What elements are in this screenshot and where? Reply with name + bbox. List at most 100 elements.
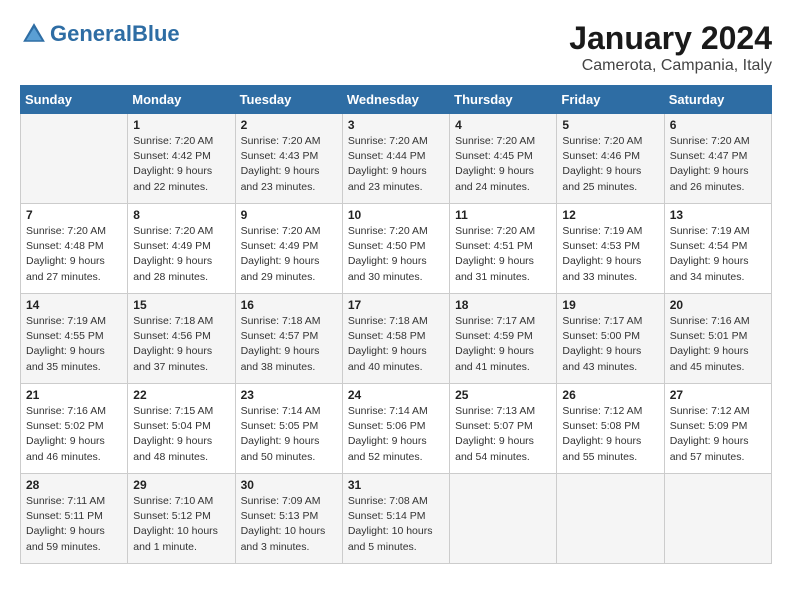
day-number: 24 <box>348 388 444 402</box>
logo-icon <box>20 20 48 48</box>
page-header: GeneralBlue January 2024 Camerota, Campa… <box>20 20 772 75</box>
calendar-week-row: 14 Sunrise: 7:19 AM Sunset: 4:55 PM Dayli… <box>21 294 772 384</box>
day-info: Sunrise: 7:17 AM Sunset: 5:00 PM Dayligh… <box>562 314 658 375</box>
calendar-cell: 28 Sunrise: 7:11 AM Sunset: 5:11 PM Dayli… <box>21 474 128 564</box>
calendar-cell: 18Sunrise: 7:17 AM Sunset: 4:59 PM Dayli… <box>450 294 557 384</box>
calendar-week-row: 28 Sunrise: 7:11 AM Sunset: 5:11 PM Dayli… <box>21 474 772 564</box>
day-info: Sunrise: 7:20 AM Sunset: 4:48 PM Dayligh… <box>26 224 122 285</box>
day-number: 11 <box>455 208 551 222</box>
logo-blue: Blue <box>132 21 180 46</box>
header-cell-tuesday: Tuesday <box>235 86 342 114</box>
day-info: Sunrise: 7:20 AM Sunset: 4:45 PM Dayligh… <box>455 134 551 195</box>
header-cell-monday: Monday <box>128 86 235 114</box>
header-cell-saturday: Saturday <box>664 86 771 114</box>
day-info: Sunrise: 7:19 AM Sunset: 4:54 PM Dayligh… <box>670 224 766 285</box>
calendar-cell: 31 Sunrise: 7:08 AM Sunset: 5:14 PM Dayli… <box>342 474 449 564</box>
day-number: 27 <box>670 388 766 402</box>
calendar-cell: 26 Sunrise: 7:12 AM Sunset: 5:08 PM Dayli… <box>557 384 664 474</box>
day-info: Sunrise: 7:08 AM Sunset: 5:14 PM Dayligh… <box>348 494 444 555</box>
calendar-cell: 11 Sunrise: 7:20 AM Sunset: 4:51 PM Dayli… <box>450 204 557 294</box>
day-info: Sunrise: 7:19 AM Sunset: 4:53 PM Dayligh… <box>562 224 658 285</box>
calendar-cell: 19 Sunrise: 7:17 AM Sunset: 5:00 PM Dayli… <box>557 294 664 384</box>
location-title: Camerota, Campania, Italy <box>569 57 772 75</box>
day-info: Sunrise: 7:18 AM Sunset: 4:56 PM Dayligh… <box>133 314 229 375</box>
header-cell-sunday: Sunday <box>21 86 128 114</box>
calendar-cell: 17Sunrise: 7:18 AM Sunset: 4:58 PM Dayli… <box>342 294 449 384</box>
day-info: Sunrise: 7:20 AM Sunset: 4:51 PM Dayligh… <box>455 224 551 285</box>
header-cell-wednesday: Wednesday <box>342 86 449 114</box>
calendar-cell: 27 Sunrise: 7:12 AM Sunset: 5:09 PM Dayli… <box>664 384 771 474</box>
day-info: Sunrise: 7:20 AM Sunset: 4:42 PM Dayligh… <box>133 134 229 195</box>
day-info: Sunrise: 7:12 AM Sunset: 5:09 PM Dayligh… <box>670 404 766 465</box>
day-number: 15 <box>133 298 229 312</box>
day-number: 1 <box>133 118 229 132</box>
day-info: Sunrise: 7:14 AM Sunset: 5:06 PM Dayligh… <box>348 404 444 465</box>
logo: GeneralBlue <box>20 20 180 48</box>
day-info: Sunrise: 7:20 AM Sunset: 4:43 PM Dayligh… <box>241 134 337 195</box>
calendar-header-row: SundayMondayTuesdayWednesdayThursdayFrid… <box>21 86 772 114</box>
day-info: Sunrise: 7:12 AM Sunset: 5:08 PM Dayligh… <box>562 404 658 465</box>
day-info: Sunrise: 7:14 AM Sunset: 5:05 PM Dayligh… <box>241 404 337 465</box>
day-number: 31 <box>348 478 444 492</box>
calendar-cell <box>21 114 128 204</box>
calendar-cell: 24 Sunrise: 7:14 AM Sunset: 5:06 PM Dayli… <box>342 384 449 474</box>
day-number: 29 <box>133 478 229 492</box>
calendar-cell: 7 Sunrise: 7:20 AM Sunset: 4:48 PM Daylig… <box>21 204 128 294</box>
calendar-cell: 14 Sunrise: 7:19 AM Sunset: 4:55 PM Dayli… <box>21 294 128 384</box>
calendar-cell: 3Sunrise: 7:20 AM Sunset: 4:44 PM Daylig… <box>342 114 449 204</box>
day-info: Sunrise: 7:11 AM Sunset: 5:11 PM Dayligh… <box>26 494 122 555</box>
calendar-cell: 8 Sunrise: 7:20 AM Sunset: 4:49 PM Daylig… <box>128 204 235 294</box>
day-number: 6 <box>670 118 766 132</box>
logo-general: General <box>50 21 132 46</box>
header-cell-thursday: Thursday <box>450 86 557 114</box>
calendar-cell: 29 Sunrise: 7:10 AM Sunset: 5:12 PM Dayli… <box>128 474 235 564</box>
day-number: 26 <box>562 388 658 402</box>
day-info: Sunrise: 7:18 AM Sunset: 4:57 PM Dayligh… <box>241 314 337 375</box>
day-number: 10 <box>348 208 444 222</box>
day-number: 14 <box>26 298 122 312</box>
day-info: Sunrise: 7:19 AM Sunset: 4:55 PM Dayligh… <box>26 314 122 375</box>
day-number: 7 <box>26 208 122 222</box>
calendar-week-row: 1 Sunrise: 7:20 AM Sunset: 4:42 PM Daylig… <box>21 114 772 204</box>
calendar-cell: 6 Sunrise: 7:20 AM Sunset: 4:47 PM Daylig… <box>664 114 771 204</box>
calendar-cell <box>664 474 771 564</box>
day-number: 22 <box>133 388 229 402</box>
day-info: Sunrise: 7:20 AM Sunset: 4:49 PM Dayligh… <box>241 224 337 285</box>
day-number: 21 <box>26 388 122 402</box>
calendar-cell: 16 Sunrise: 7:18 AM Sunset: 4:57 PM Dayli… <box>235 294 342 384</box>
day-number: 13 <box>670 208 766 222</box>
day-info: Sunrise: 7:20 AM Sunset: 4:46 PM Dayligh… <box>562 134 658 195</box>
logo-text: GeneralBlue <box>50 21 180 47</box>
day-info: Sunrise: 7:13 AM Sunset: 5:07 PM Dayligh… <box>455 404 551 465</box>
calendar-week-row: 21 Sunrise: 7:16 AM Sunset: 5:02 PM Dayli… <box>21 384 772 474</box>
day-number: 4 <box>455 118 551 132</box>
day-number: 19 <box>562 298 658 312</box>
day-number: 28 <box>26 478 122 492</box>
day-number: 5 <box>562 118 658 132</box>
day-number: 17 <box>348 298 444 312</box>
calendar-cell: 4 Sunrise: 7:20 AM Sunset: 4:45 PM Daylig… <box>450 114 557 204</box>
day-number: 8 <box>133 208 229 222</box>
calendar-cell: 22 Sunrise: 7:15 AM Sunset: 5:04 PM Dayli… <box>128 384 235 474</box>
day-info: Sunrise: 7:16 AM Sunset: 5:02 PM Dayligh… <box>26 404 122 465</box>
day-number: 20 <box>670 298 766 312</box>
day-info: Sunrise: 7:10 AM Sunset: 5:12 PM Dayligh… <box>133 494 229 555</box>
calendar-table: SundayMondayTuesdayWednesdayThursdayFrid… <box>20 85 772 564</box>
day-info: Sunrise: 7:15 AM Sunset: 5:04 PM Dayligh… <box>133 404 229 465</box>
day-info: Sunrise: 7:20 AM Sunset: 4:50 PM Dayligh… <box>348 224 444 285</box>
calendar-week-row: 7 Sunrise: 7:20 AM Sunset: 4:48 PM Daylig… <box>21 204 772 294</box>
calendar-cell: 15 Sunrise: 7:18 AM Sunset: 4:56 PM Dayli… <box>128 294 235 384</box>
month-title: January 2024 <box>569 20 772 57</box>
day-number: 12 <box>562 208 658 222</box>
calendar-cell: 1 Sunrise: 7:20 AM Sunset: 4:42 PM Daylig… <box>128 114 235 204</box>
calendar-cell: 25Sunrise: 7:13 AM Sunset: 5:07 PM Dayli… <box>450 384 557 474</box>
day-info: Sunrise: 7:20 AM Sunset: 4:47 PM Dayligh… <box>670 134 766 195</box>
day-number: 16 <box>241 298 337 312</box>
day-info: Sunrise: 7:20 AM Sunset: 4:49 PM Dayligh… <box>133 224 229 285</box>
calendar-cell: 13 Sunrise: 7:19 AM Sunset: 4:54 PM Dayli… <box>664 204 771 294</box>
day-number: 30 <box>241 478 337 492</box>
day-number: 2 <box>241 118 337 132</box>
calendar-cell: 23Sunrise: 7:14 AM Sunset: 5:05 PM Dayli… <box>235 384 342 474</box>
calendar-cell: 2 Sunrise: 7:20 AM Sunset: 4:43 PM Daylig… <box>235 114 342 204</box>
day-info: Sunrise: 7:20 AM Sunset: 4:44 PM Dayligh… <box>348 134 444 195</box>
